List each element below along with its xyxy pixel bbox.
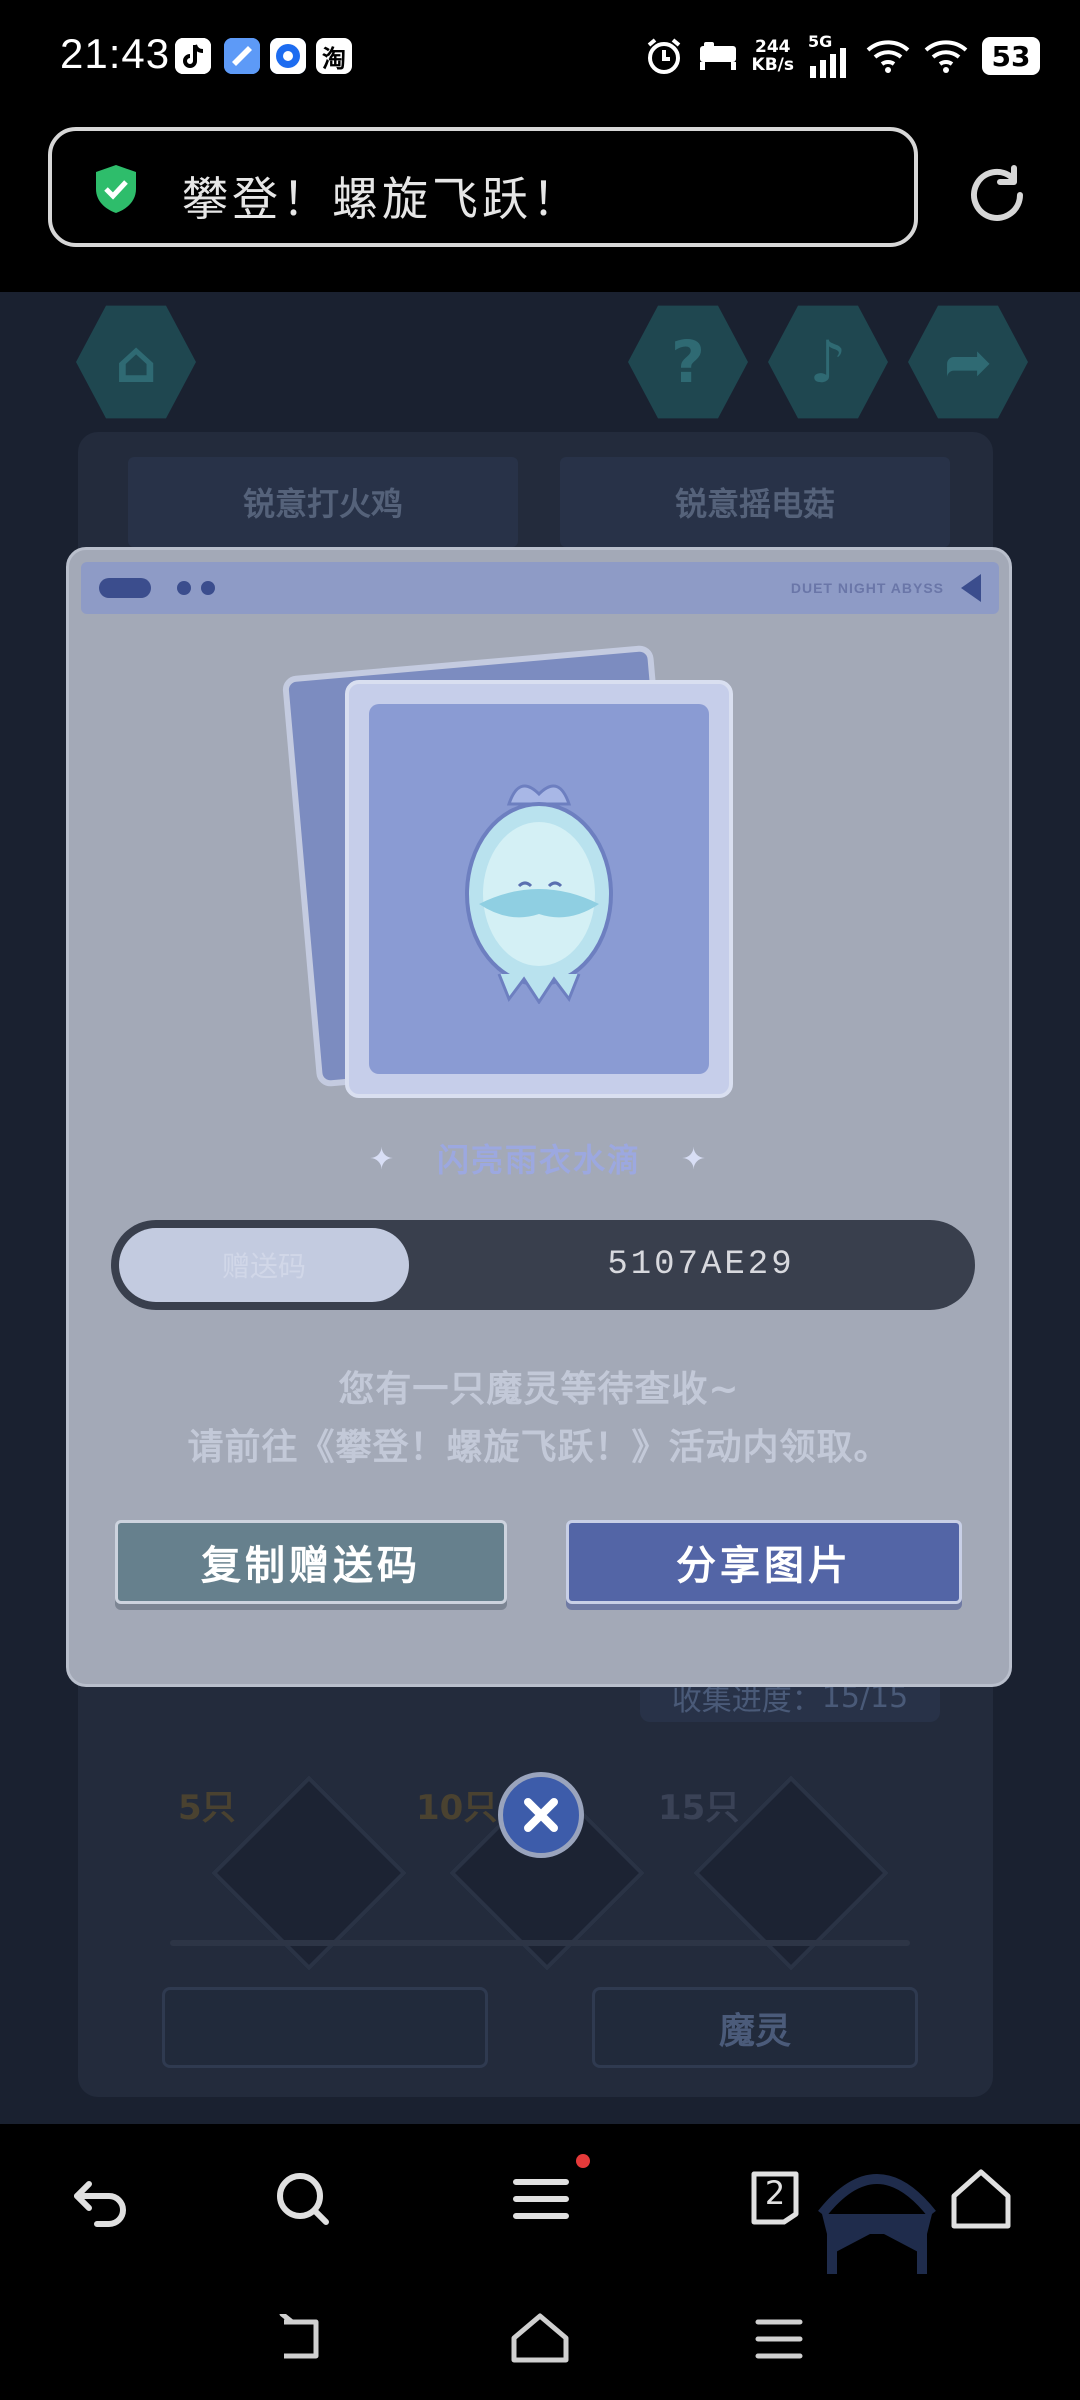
- card-art: [369, 704, 709, 1074]
- tabs-count: 2: [764, 2174, 786, 2212]
- alarm-icon: [647, 38, 680, 74]
- reload-icon[interactable]: [962, 160, 1032, 230]
- notification-dot: [576, 2154, 590, 2168]
- taobao-icon: 淘: [316, 38, 352, 74]
- wifi-icon-2: [924, 40, 968, 73]
- tab-turkey[interactable]: 锐意打火鸡: [128, 457, 518, 547]
- music-icon[interactable]: ♪: [768, 305, 888, 419]
- tabs-button[interactable]: 2: [740, 2164, 810, 2234]
- message-line-1: 您有一只魔灵等待查收~: [338, 1369, 740, 1410]
- spirit-button[interactable]: 魔灵: [592, 1987, 918, 2068]
- header-brand: DUET NIGHT ABYSS: [790, 580, 944, 596]
- wifi-icon: [866, 40, 910, 73]
- address-bar[interactable]: 攀登！螺旋飞跃！: [48, 127, 918, 247]
- status-right: 244 KB/s 5G 53: [644, 30, 1040, 82]
- shield-check-icon: [96, 165, 136, 213]
- system-nav-bar: [0, 2274, 1080, 2400]
- milestone-track: [170, 1940, 910, 1946]
- header-arrow-icon: [961, 574, 981, 602]
- search-icon[interactable]: [268, 2164, 338, 2234]
- sparkle-icon: ✦: [681, 1142, 707, 1177]
- header-pill: [99, 578, 151, 598]
- bed-icon: [699, 42, 736, 70]
- milestone-label-15: 15只: [658, 1788, 740, 1828]
- header-dot: [201, 581, 215, 595]
- gift-modal: DUET NIGHT ABYSS ✦ 闪亮雨衣水滴 ✦ 赠送码 5107AE29…: [66, 547, 1012, 1687]
- share-icon[interactable]: ➦: [908, 305, 1028, 419]
- system-recents-icon[interactable]: [754, 2314, 804, 2364]
- modal-header: DUET NIGHT ABYSS: [81, 562, 999, 614]
- browser-toolbar: 攀登！螺旋飞跃！: [0, 115, 1080, 292]
- close-icon: [524, 1798, 558, 1832]
- item-name: 闪亮雨衣水滴: [436, 1141, 641, 1179]
- cell-signal: 5G: [808, 32, 852, 78]
- close-button[interactable]: [498, 1772, 584, 1858]
- share-image-button[interactable]: 分享图片: [566, 1520, 962, 1604]
- header-dot: [177, 581, 191, 595]
- status-time: 21:43: [60, 30, 171, 77]
- raincoat-droplet-icon: [465, 784, 613, 1004]
- browser-bottom-nav: 2: [0, 2124, 1080, 2274]
- copy-gift-code-button[interactable]: 复制赠送码: [115, 1520, 507, 1604]
- net-speed: 244 KB/s: [751, 37, 794, 75]
- back-icon[interactable]: [67, 2164, 137, 2234]
- page-title: 攀登！螺旋飞跃！: [182, 172, 582, 226]
- home-icon[interactable]: ⌂: [76, 305, 196, 419]
- battery-indicator: 53: [982, 37, 1040, 75]
- system-home-icon[interactable]: [508, 2312, 572, 2364]
- tiktok-icon: [175, 38, 211, 74]
- bottom-button-left[interactable]: [162, 1987, 488, 2068]
- help-icon[interactable]: ?: [628, 305, 748, 419]
- avatar-glasses-icon: [818, 2174, 936, 2274]
- milestone-label-5: 5只: [178, 1788, 236, 1828]
- gift-code-value: 5107AE29: [607, 1246, 795, 1284]
- status-bar: 21:43 淘 244 KB/s 5G 53: [0, 0, 1080, 115]
- home-icon[interactable]: [946, 2164, 1016, 2234]
- item-card: [345, 680, 733, 1098]
- cloud-app-icon: [224, 38, 260, 74]
- browser-app-icon: [270, 38, 306, 74]
- menu-icon[interactable]: [506, 2164, 576, 2234]
- gift-code-bar: 赠送码 5107AE29: [111, 1220, 975, 1310]
- message-line-2: 请前往《攀登！螺旋飞跃！》活动内领取。: [187, 1427, 891, 1468]
- gift-code-tab: 赠送码: [119, 1228, 409, 1302]
- tab-mushroom[interactable]: 锐意摇电菇: [560, 457, 950, 547]
- milestone-label-10: 10只: [416, 1788, 498, 1828]
- system-back-icon[interactable]: [270, 2314, 330, 2364]
